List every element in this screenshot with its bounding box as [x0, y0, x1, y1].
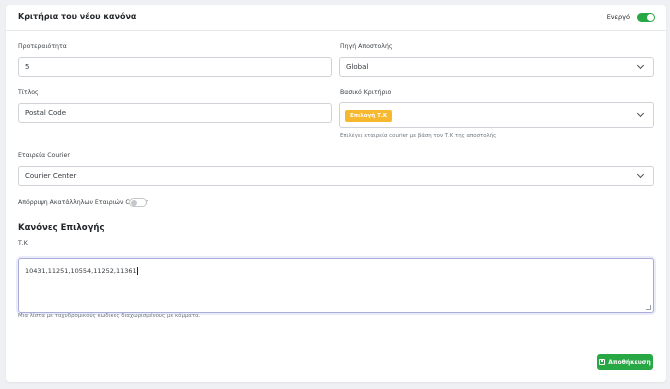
chevron-down-icon [636, 170, 645, 179]
priority-value: 5 [25, 63, 30, 71]
postal-codes-textarea[interactable]: 10431,11251,10554,11252,11361 [18, 258, 654, 313]
card-header: Κριτήρια του νέου κανόνα Ενεργό [6, 5, 666, 31]
save-label: Αποθήκευση [608, 358, 651, 366]
title-label: Τίτλος [18, 89, 39, 96]
base-criterion-help: Επιλέγει εταιρεία courier με βάση τον Τ.… [340, 133, 497, 139]
source-value: Global [346, 63, 369, 71]
priority-input[interactable]: 5 [18, 57, 332, 77]
save-button[interactable]: Αποθήκευση [597, 354, 653, 370]
title-input[interactable]: Postal Code [18, 103, 332, 123]
postal-codes-value: 10431,11251,10554,11252,11361 [25, 267, 137, 275]
active-toggle[interactable] [637, 13, 655, 22]
save-icon [599, 359, 606, 365]
reject-toggle[interactable] [129, 198, 147, 207]
rule-card: Κριτήρια του νέου κανόνα Ενεργό Προτεραι… [6, 5, 666, 382]
active-label: Ενεργό [606, 13, 630, 21]
base-criterion-label: Βασικό Κριτήριο [340, 89, 392, 96]
card-title: Κριτήρια του νέου κανόνα [18, 12, 137, 21]
source-select[interactable]: Global [339, 57, 654, 77]
rules-section-title: Κανόνες Επιλογής [18, 223, 105, 233]
priority-label: Προτεραιότητα [18, 43, 67, 50]
resize-handle[interactable] [646, 305, 651, 310]
base-criterion-select[interactable]: Επιλογή Τ.Κ [339, 102, 654, 128]
toggle-knob [647, 14, 654, 21]
selected-chip[interactable]: Επιλογή Τ.Κ [345, 110, 393, 122]
chevron-down-icon [636, 109, 645, 118]
postal-label: Τ.Κ [18, 240, 28, 247]
courier-label: Εταιρεία Courier [18, 152, 70, 159]
title-value: Postal Code [25, 109, 67, 117]
postal-help: Μια λίστα με ταχυδρομικούς κωδικες διαχω… [18, 313, 201, 319]
toggle-knob [131, 200, 137, 206]
source-label: Πηγή Αποστολής [340, 43, 393, 50]
courier-select[interactable]: Courier Center [18, 166, 654, 186]
chevron-down-icon [636, 61, 645, 70]
courier-value: Courier Center [25, 172, 77, 180]
text-caret [137, 267, 139, 275]
